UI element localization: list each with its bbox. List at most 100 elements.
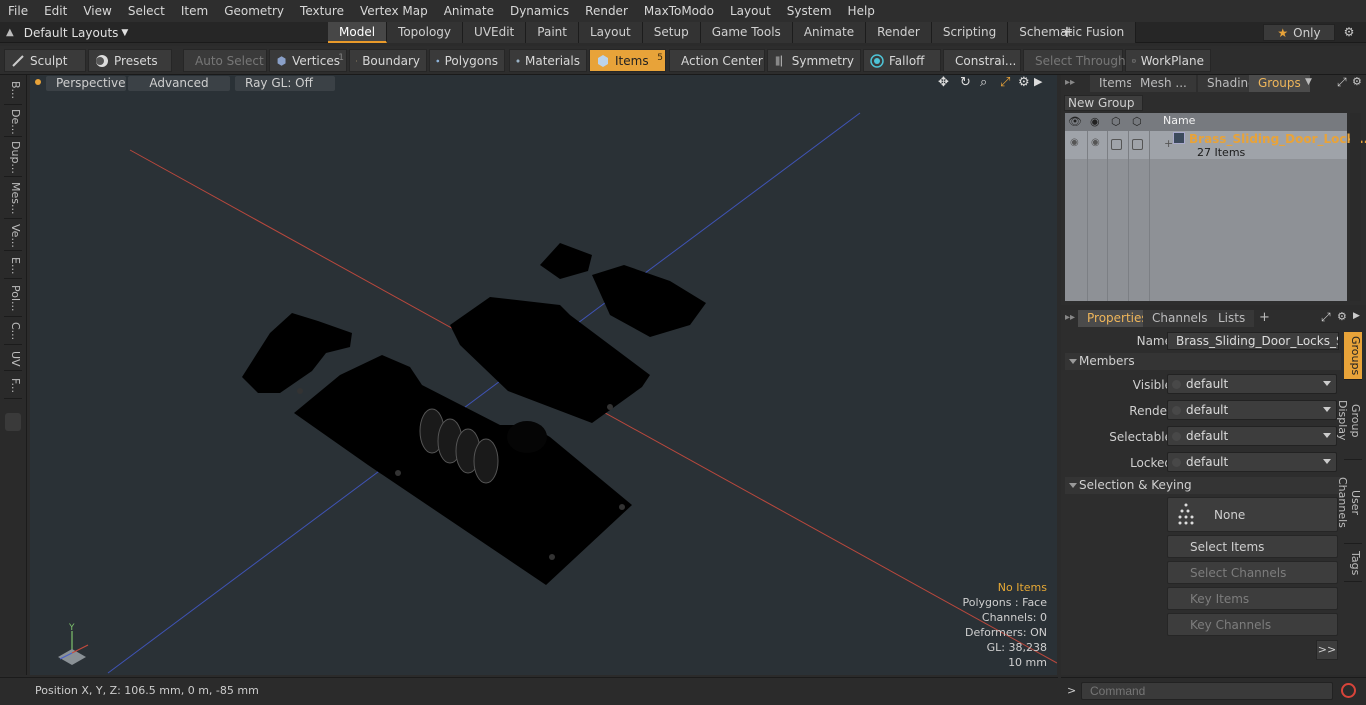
falloff-button[interactable]: Falloff [863,49,941,72]
panel-tabs-chevron-icon[interactable]: ▼ [1305,77,1312,87]
left-tab-e[interactable]: E... [4,253,22,279]
materials-button[interactable]: Materials [509,49,587,72]
expand-icon[interactable]: ⤢ [1337,75,1347,90]
workplane-button[interactable]: WorkPlane [1125,49,1211,72]
props-expand-icon[interactable]: ⤢ [1321,310,1331,325]
select-through-button[interactable]: Select Through [1023,49,1126,72]
zoom-view-icon[interactable]: ⌕ [980,75,987,90]
tab-model[interactable]: Model [328,22,388,43]
rotate-view-icon[interactable]: ↻ [960,75,971,90]
tab-animate[interactable]: Animate [792,22,867,43]
gear-icon[interactable]: ⚙ [1340,24,1358,41]
left-tab-dup[interactable]: Dup... [4,139,22,177]
menu-edit[interactable]: Edit [36,0,75,22]
presets-button[interactable]: Presets [88,49,172,72]
menu-render[interactable]: Render [577,0,636,22]
tab-paint[interactable]: Paint [526,22,579,43]
tab-uvedit[interactable]: UVEdit [463,22,527,43]
key-items-button[interactable]: Key Items [1167,587,1338,610]
members-section[interactable]: Members [1065,353,1341,370]
tab-layout[interactable]: Layout [578,22,643,43]
left-tab-uv[interactable]: UV [4,347,22,371]
move-view-icon[interactable]: ✥ [938,75,949,90]
menu-item[interactable]: Item [173,0,216,22]
3d-viewport[interactable]: Y Perspective Advanced Ray GL: Off ✥ ↻ ⌕… [30,75,1057,675]
key-channels-button[interactable]: Key Channels [1167,613,1338,636]
left-tab-f[interactable]: F... [4,373,22,399]
panel-gear-icon[interactable]: ⚙ [1352,75,1362,88]
menu-texture[interactable]: Texture [292,0,352,22]
left-tab-pol[interactable]: Pol... [4,281,22,317]
select-lock-icon[interactable]: ⬡ [1111,115,1121,128]
groups-scrollbar[interactable] [1350,113,1361,301]
render-icon[interactable]: ◉ [1090,115,1100,128]
menu-maxtomodo[interactable]: MaxToModo [636,0,722,22]
items-button[interactable]: Items 5 [589,49,666,72]
action-center-button[interactable]: Action Center [669,49,765,72]
row-render-icon[interactable]: ◉ [1091,137,1100,148]
vertices-button[interactable]: Vertices 1 [269,49,347,72]
side-tab-groups[interactable]: Groups [1344,332,1362,380]
menu-geometry[interactable]: Geometry [216,0,292,22]
tab-channels[interactable]: Channels [1143,310,1217,327]
menu-dynamics[interactable]: Dynamics [502,0,577,22]
render-select[interactable]: default [1167,400,1337,420]
tab-scripting[interactable]: Scripting [931,22,1009,43]
row-select-checkbox[interactable] [1111,139,1122,150]
tab-render[interactable]: Render [866,22,932,43]
only-button[interactable]: ★ Only [1263,24,1335,41]
menu-layout[interactable]: Layout [722,0,779,22]
tab-groups[interactable]: Groups [1249,75,1310,92]
symmetry-button[interactable]: Symmetry [767,49,861,72]
expand-group-icon[interactable]: + [1164,137,1173,150]
side-tab-user-channels[interactable]: User Channels [1336,462,1362,544]
tab-game-tools[interactable]: Game Tools [700,22,793,43]
polygons-button[interactable]: Polygons [429,49,505,72]
left-strip-toggle[interactable] [5,413,21,431]
eye-icon[interactable]: 👁 [1068,115,1082,128]
props-more-icon[interactable]: ▶ [1353,311,1360,321]
visible-select[interactable]: default [1167,374,1337,394]
lock-icon[interactable]: ⬡ [1132,115,1142,128]
menu-file[interactable]: File [0,0,36,22]
viewport-more-icon[interactable]: ▶ [1034,75,1042,88]
new-group-button[interactable]: New Group [1064,95,1143,111]
fit-view-icon[interactable]: ⤢ [1000,75,1010,90]
menu-view[interactable]: View [75,0,119,22]
command-input[interactable] [1081,682,1333,700]
left-tab-ve[interactable]: Ve... [4,221,22,251]
tab-topology[interactable]: Topology [387,22,464,43]
left-tab-b[interactable]: B... [4,77,22,105]
select-items-button[interactable]: Select Items [1167,535,1338,558]
layout-dropdown[interactable]: ▲ Default Layouts ▼ [6,22,128,43]
menu-select[interactable]: Select [120,0,173,22]
left-tab-c[interactable]: C... [4,319,22,345]
tab-mesh[interactable]: Mesh ... [1131,75,1196,92]
name-field[interactable]: Brass_Sliding_Door_Locks_Set (2 [1167,332,1339,350]
select-channels-button[interactable]: Select Channels [1167,561,1338,584]
tab-setup[interactable]: Setup [642,22,701,43]
selection-keying-section[interactable]: Selection & Keying [1065,477,1341,494]
raygl-toggle[interactable]: Ray GL: Off [235,76,335,91]
none-button[interactable]: None [1167,497,1338,532]
side-tab-tags[interactable]: Tags [1344,546,1362,582]
add-tab-button[interactable]: + [1058,22,1076,43]
add-props-tab-button[interactable]: + [1259,310,1270,325]
auto-select-button[interactable]: Auto Select [183,49,267,72]
more-button[interactable]: >> [1316,640,1338,660]
menu-help[interactable]: Help [840,0,883,22]
menu-system[interactable]: System [779,0,840,22]
viewport-gear-icon[interactable]: ⚙ [1018,75,1030,90]
left-tab-de[interactable]: De... [4,107,22,137]
sculpt-button[interactable]: Sculpt [4,49,86,72]
group-name[interactable]: Brass_Sliding_Door_Lock... [1189,132,1366,146]
tab-lists[interactable]: Lists [1209,310,1255,327]
name-column-header[interactable]: Name [1163,114,1195,127]
locked-select[interactable]: default [1167,452,1337,472]
constraints-button[interactable]: Constrai... [943,49,1021,72]
side-tab-group-display[interactable]: Group Display [1336,382,1362,460]
boundary-button[interactable]: Boundary [349,49,427,72]
props-gear-icon[interactable]: ⚙ [1337,310,1347,323]
left-tab-mes[interactable]: Mes... [4,179,22,219]
advanced-dropdown[interactable]: Advanced [128,76,230,91]
